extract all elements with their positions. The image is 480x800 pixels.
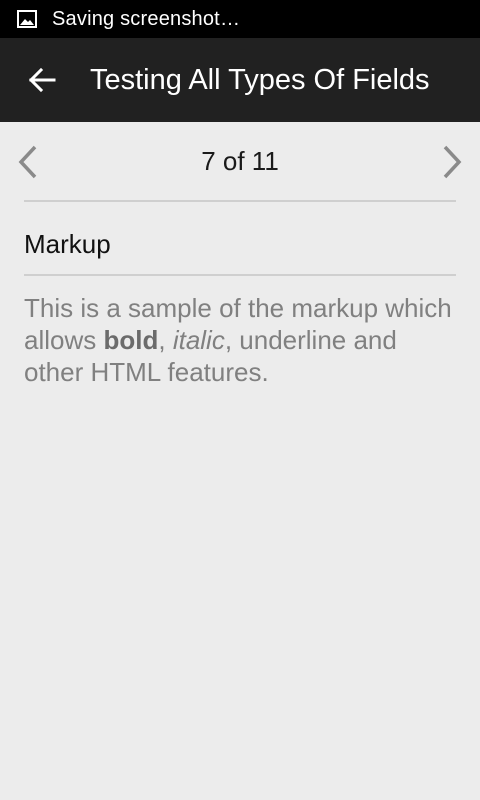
back-button[interactable] xyxy=(26,64,58,96)
next-button[interactable] xyxy=(438,142,466,182)
divider xyxy=(24,274,456,276)
markup-text-italic: italic xyxy=(172,325,225,355)
image-icon xyxy=(17,10,37,28)
status-text: Saving screenshot… xyxy=(52,7,241,30)
markup-text-separator: , xyxy=(158,325,173,355)
app-bar: Testing All Types Of Fields xyxy=(0,38,480,122)
page-title: Testing All Types Of Fields xyxy=(90,63,430,96)
markup-text-bold: bold xyxy=(103,325,159,355)
field-markup-text: This is a sample of the markup which all… xyxy=(24,292,460,388)
page-indicator: 7 of 11 xyxy=(201,146,279,176)
pager: 7 of 11 xyxy=(0,122,480,200)
chevron-right-icon xyxy=(443,145,462,179)
status-bar: Saving screenshot… xyxy=(0,0,480,38)
field-title: Markup xyxy=(24,229,111,259)
divider xyxy=(24,200,456,202)
arrow-back-icon xyxy=(28,67,56,93)
